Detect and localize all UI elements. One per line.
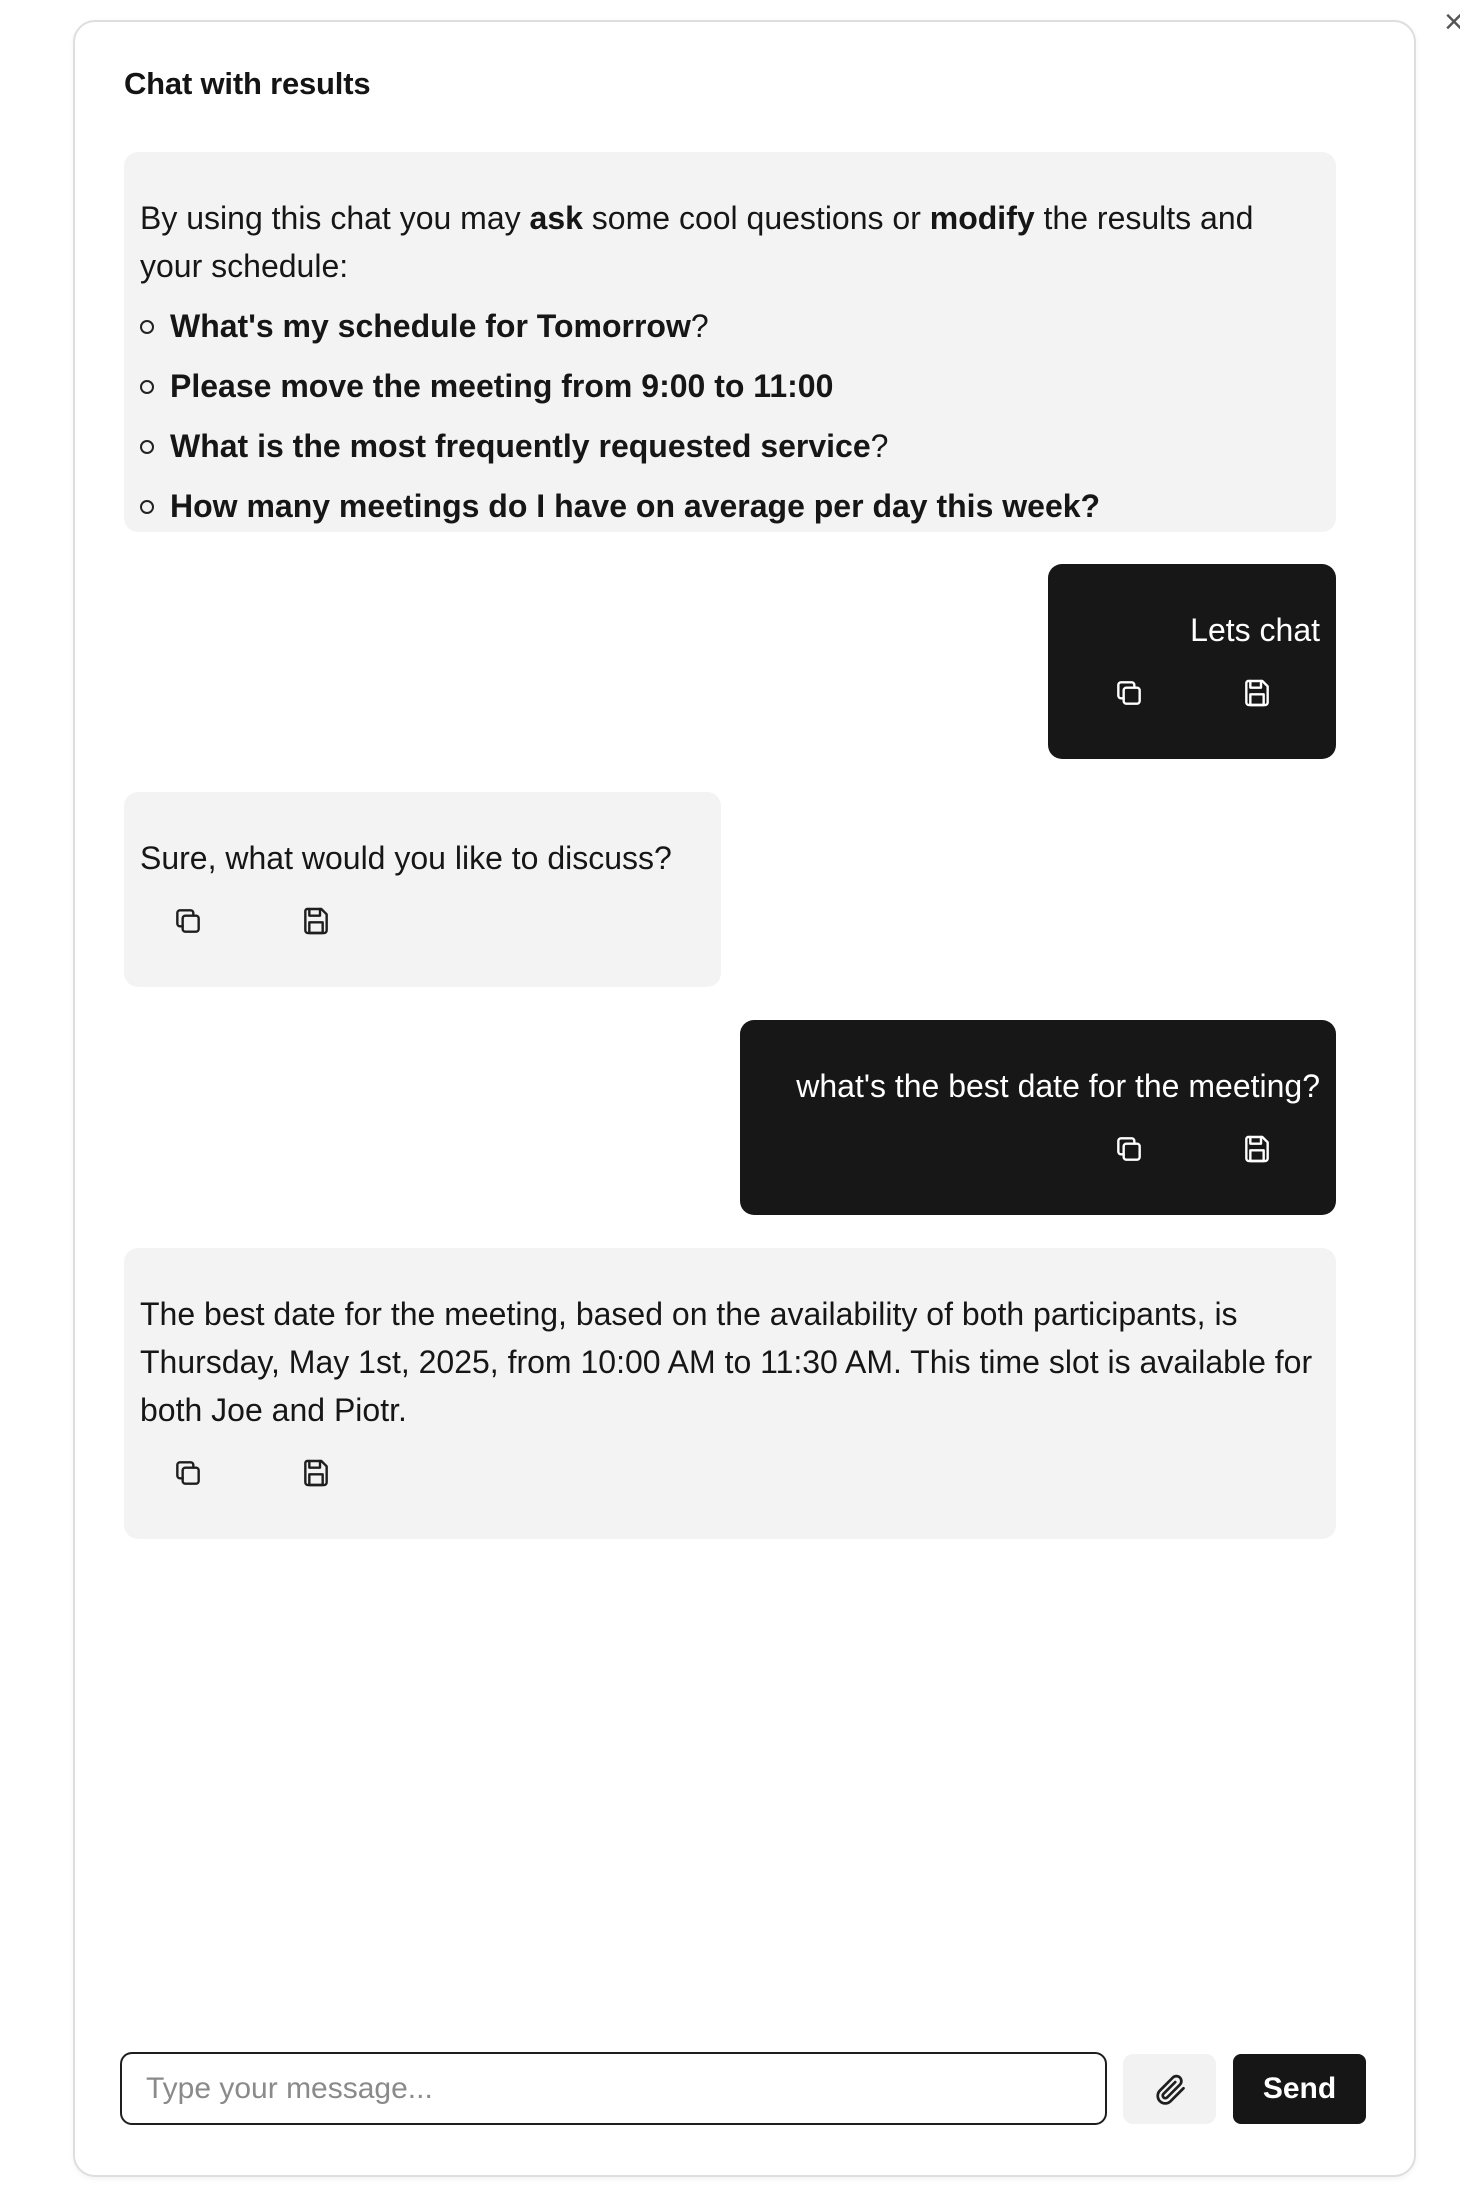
suggestion-item: What's my schedule for Tomorrow? [140,302,1320,362]
copy-button[interactable] [124,899,252,943]
save-icon [1245,679,1269,707]
intro-message: By using this chat you may ask some cool… [124,152,1336,532]
intro-bold-modify: modify [929,200,1035,236]
user-message: what's the best date for the meeting? [740,1020,1336,1215]
message-text: Lets chat [1190,612,1320,648]
copy-icon [176,909,200,933]
suggestion-item: Please move the meeting from 9:00 to 11:… [140,362,1320,422]
assistant-message: The best date for the meeting, based on … [124,1248,1336,1539]
save-icon [1245,1135,1269,1163]
save-icon [304,907,328,935]
save-button[interactable] [252,899,380,943]
paperclip-icon [1155,2074,1185,2105]
suggestion-item: How many meetings do I have on average p… [140,482,1320,542]
attach-button[interactable] [1123,2054,1216,2124]
message-actions [124,899,380,943]
copy-icon [176,1461,200,1485]
message-text: Sure, what would you like to discuss? [140,840,672,876]
intro-bold-ask: ask [529,200,583,236]
copy-button[interactable] [1065,671,1193,715]
suggestion-item: What is the most frequently requested se… [140,422,1320,482]
send-button[interactable]: Send [1233,2054,1366,2124]
message-text: what's the best date for the meeting? [796,1068,1320,1104]
copy-icon [1117,681,1141,705]
message-text: The best date for the meeting, based on … [140,1296,1313,1428]
save-icon [304,1459,328,1487]
save-button[interactable] [1193,671,1321,715]
close-icon[interactable]: × [1444,0,1460,44]
intro-text: By using this chat you may ask some cool… [140,200,1254,284]
copy-button[interactable] [124,1451,252,1495]
save-button[interactable] [1193,1127,1321,1171]
chat-panel: Chat with results By using this chat you… [73,20,1416,2177]
message-actions [124,1451,380,1495]
message-input[interactable] [120,2052,1107,2125]
assistant-message: Sure, what would you like to discuss? [124,792,721,987]
save-button[interactable] [252,1451,380,1495]
copy-icon [1117,1137,1141,1161]
message-actions [1065,1127,1321,1171]
suggestion-list: What's my schedule for Tomorrow? Please … [140,302,1320,542]
copy-button[interactable] [1065,1127,1193,1171]
user-message: Lets chat [1048,564,1336,759]
panel-title: Chat with results [124,66,371,101]
message-actions [1065,671,1321,715]
